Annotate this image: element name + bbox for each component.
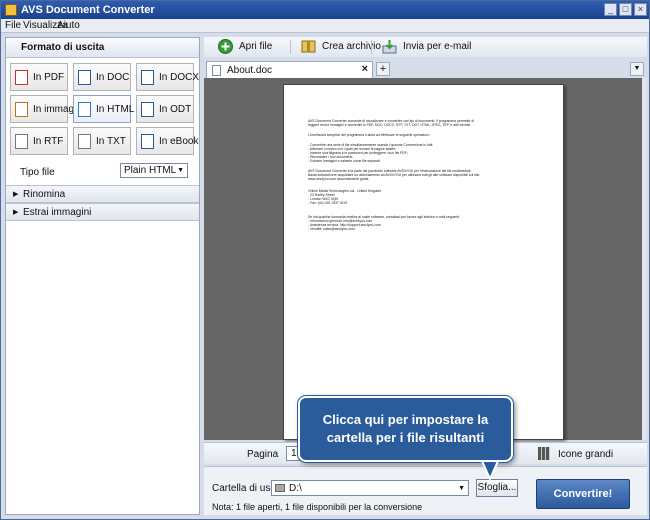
format-panel: Formato di uscita In PDF In DOC In DOCX … xyxy=(5,37,200,515)
plus-circle-icon xyxy=(218,39,233,54)
add-tab-button[interactable]: + xyxy=(376,62,390,76)
create-archive-label: Crea archivio xyxy=(322,41,381,52)
format-doc-button[interactable]: In DOC xyxy=(73,63,131,91)
rtf-icon xyxy=(15,134,28,149)
maximize-button[interactable]: □ xyxy=(619,3,632,16)
tab-menu-button[interactable]: ▼ xyxy=(630,62,644,76)
format-odt-button[interactable]: In ODT xyxy=(136,95,194,123)
preview-scrollbar[interactable] xyxy=(642,78,647,440)
doc-paragraph-1: AVS Document Converter consente di visua… xyxy=(308,119,474,128)
html-icon xyxy=(78,102,91,117)
app-icon xyxy=(5,4,17,16)
callout-line-2: cartella per i file risultanti xyxy=(326,430,485,445)
minimize-button[interactable]: _ xyxy=(604,3,617,16)
format-docx-label: In DOCX xyxy=(159,72,200,83)
expand-arrow-icon: ▶ xyxy=(13,191,19,198)
section-estrai-label: Estrai immagini xyxy=(23,207,92,218)
drive-icon xyxy=(275,484,285,492)
format-html-button[interactable]: In HTML xyxy=(73,95,135,123)
format-doc-label: In DOC xyxy=(96,72,130,83)
tipo-file-value: Plain HTML xyxy=(124,165,177,176)
toolbar: Apri file Crea archivio Invia per e-mail xyxy=(204,37,647,57)
tab-about-doc[interactable]: About.doc × xyxy=(206,61,373,78)
toolbar-divider xyxy=(290,40,291,54)
window-title: AVS Document Converter xyxy=(21,4,155,16)
pdf-icon xyxy=(15,70,28,85)
txt-icon xyxy=(78,134,91,149)
format-docx-button[interactable]: In DOCX xyxy=(136,63,199,91)
doc-paragraph-2: L'interfaccia semplice del programma ti … xyxy=(308,133,430,137)
section-estrai-immagini[interactable]: ▶ Estrai immagini xyxy=(6,203,199,221)
doc-paragraph-4: AVS Document Converter è la parte del pa… xyxy=(308,169,480,182)
open-file-label: Apri file xyxy=(239,41,273,52)
close-button[interactable]: × xyxy=(634,3,647,16)
section-rinomina-label: Rinomina xyxy=(23,189,66,200)
tipo-file-select[interactable]: Plain HTML ▼ xyxy=(120,163,188,178)
expand-arrow-icon: ▶ xyxy=(13,209,19,216)
toolbar-divider xyxy=(371,40,372,54)
tipo-file-label: Tipo file xyxy=(20,167,55,178)
large-icons-view-icon[interactable] xyxy=(538,447,550,460)
archive-icon xyxy=(301,40,316,53)
odt-icon xyxy=(141,102,154,117)
callout-line-1: Clicca qui per impostare la xyxy=(322,412,489,427)
menu-file[interactable]: File xyxy=(5,20,21,31)
image-icon xyxy=(15,102,28,117)
format-panel-title: Formato di uscita xyxy=(21,42,105,53)
format-ebook-button[interactable]: In eBook xyxy=(136,127,198,155)
title-bar: AVS Document Converter _ □ × xyxy=(1,1,649,19)
ebook-icon xyxy=(141,134,154,149)
format-pdf-label: In PDF xyxy=(33,72,65,83)
document-page: AVS Document Converter consente di visua… xyxy=(283,84,564,440)
format-html-label: In HTML xyxy=(96,104,135,115)
browse-button[interactable]: Sfoglia... xyxy=(476,479,518,497)
format-images-button[interactable]: In immagini xyxy=(10,95,84,123)
doc-paragraph-3: - Convertire una serie di file simultane… xyxy=(308,143,434,164)
menu-bar: File Visualizza Aiuto xyxy=(1,19,649,33)
format-pdf-button[interactable]: In PDF xyxy=(10,63,68,91)
section-rinomina[interactable]: ▶ Rinomina xyxy=(6,185,199,203)
docx-icon xyxy=(141,70,154,85)
format-panel-header: Formato di uscita xyxy=(6,38,199,58)
format-odt-label: In ODT xyxy=(159,104,192,115)
app-window: AVS Document Converter _ □ × File Visual… xyxy=(0,0,650,520)
chevron-down-icon: ▼ xyxy=(177,167,184,174)
close-tab-icon[interactable]: × xyxy=(362,63,368,75)
format-rtf-button[interactable]: In RTF xyxy=(10,127,68,155)
send-email-label: Invia per e-mail xyxy=(403,41,472,52)
tab-bar: About.doc × + ▼ xyxy=(204,59,647,78)
view-mode-label: Icone grandi xyxy=(558,449,614,460)
doc-paragraph-6: Se hai qualche domanda relativa ai nostr… xyxy=(308,215,460,232)
format-txt-button[interactable]: In TXT xyxy=(73,127,131,155)
tutorial-callout: Clicca qui per impostare la cartella per… xyxy=(298,396,513,462)
format-rtf-label: In RTF xyxy=(33,136,64,147)
menu-aiuto[interactable]: Aiuto xyxy=(57,20,80,31)
document-icon xyxy=(212,65,221,76)
tab-label: About.doc xyxy=(227,65,273,76)
output-folder-value: D:\ xyxy=(289,483,302,494)
conversion-note: Nota: 1 file aperti, 1 file disponibili … xyxy=(212,502,423,512)
output-folder-combo[interactable]: D:\ ▼ xyxy=(271,480,469,496)
document-preview[interactable]: AVS Document Converter consente di visua… xyxy=(204,78,642,440)
output-panel: Cartella di uscita: D:\ ▼ Sfoglia... Con… xyxy=(204,466,647,515)
chevron-down-icon: ▼ xyxy=(458,485,465,492)
callout-pointer xyxy=(480,461,500,481)
format-txt-label: In TXT xyxy=(96,136,126,147)
convert-button[interactable]: Convertire! xyxy=(536,479,630,509)
format-ebook-label: In eBook xyxy=(159,136,199,147)
doc-paragraph-5: Online Media Technologies Ltd., United K… xyxy=(308,189,382,206)
page-label: Pagina xyxy=(247,449,279,460)
doc-icon xyxy=(78,70,91,85)
email-icon xyxy=(382,40,397,54)
